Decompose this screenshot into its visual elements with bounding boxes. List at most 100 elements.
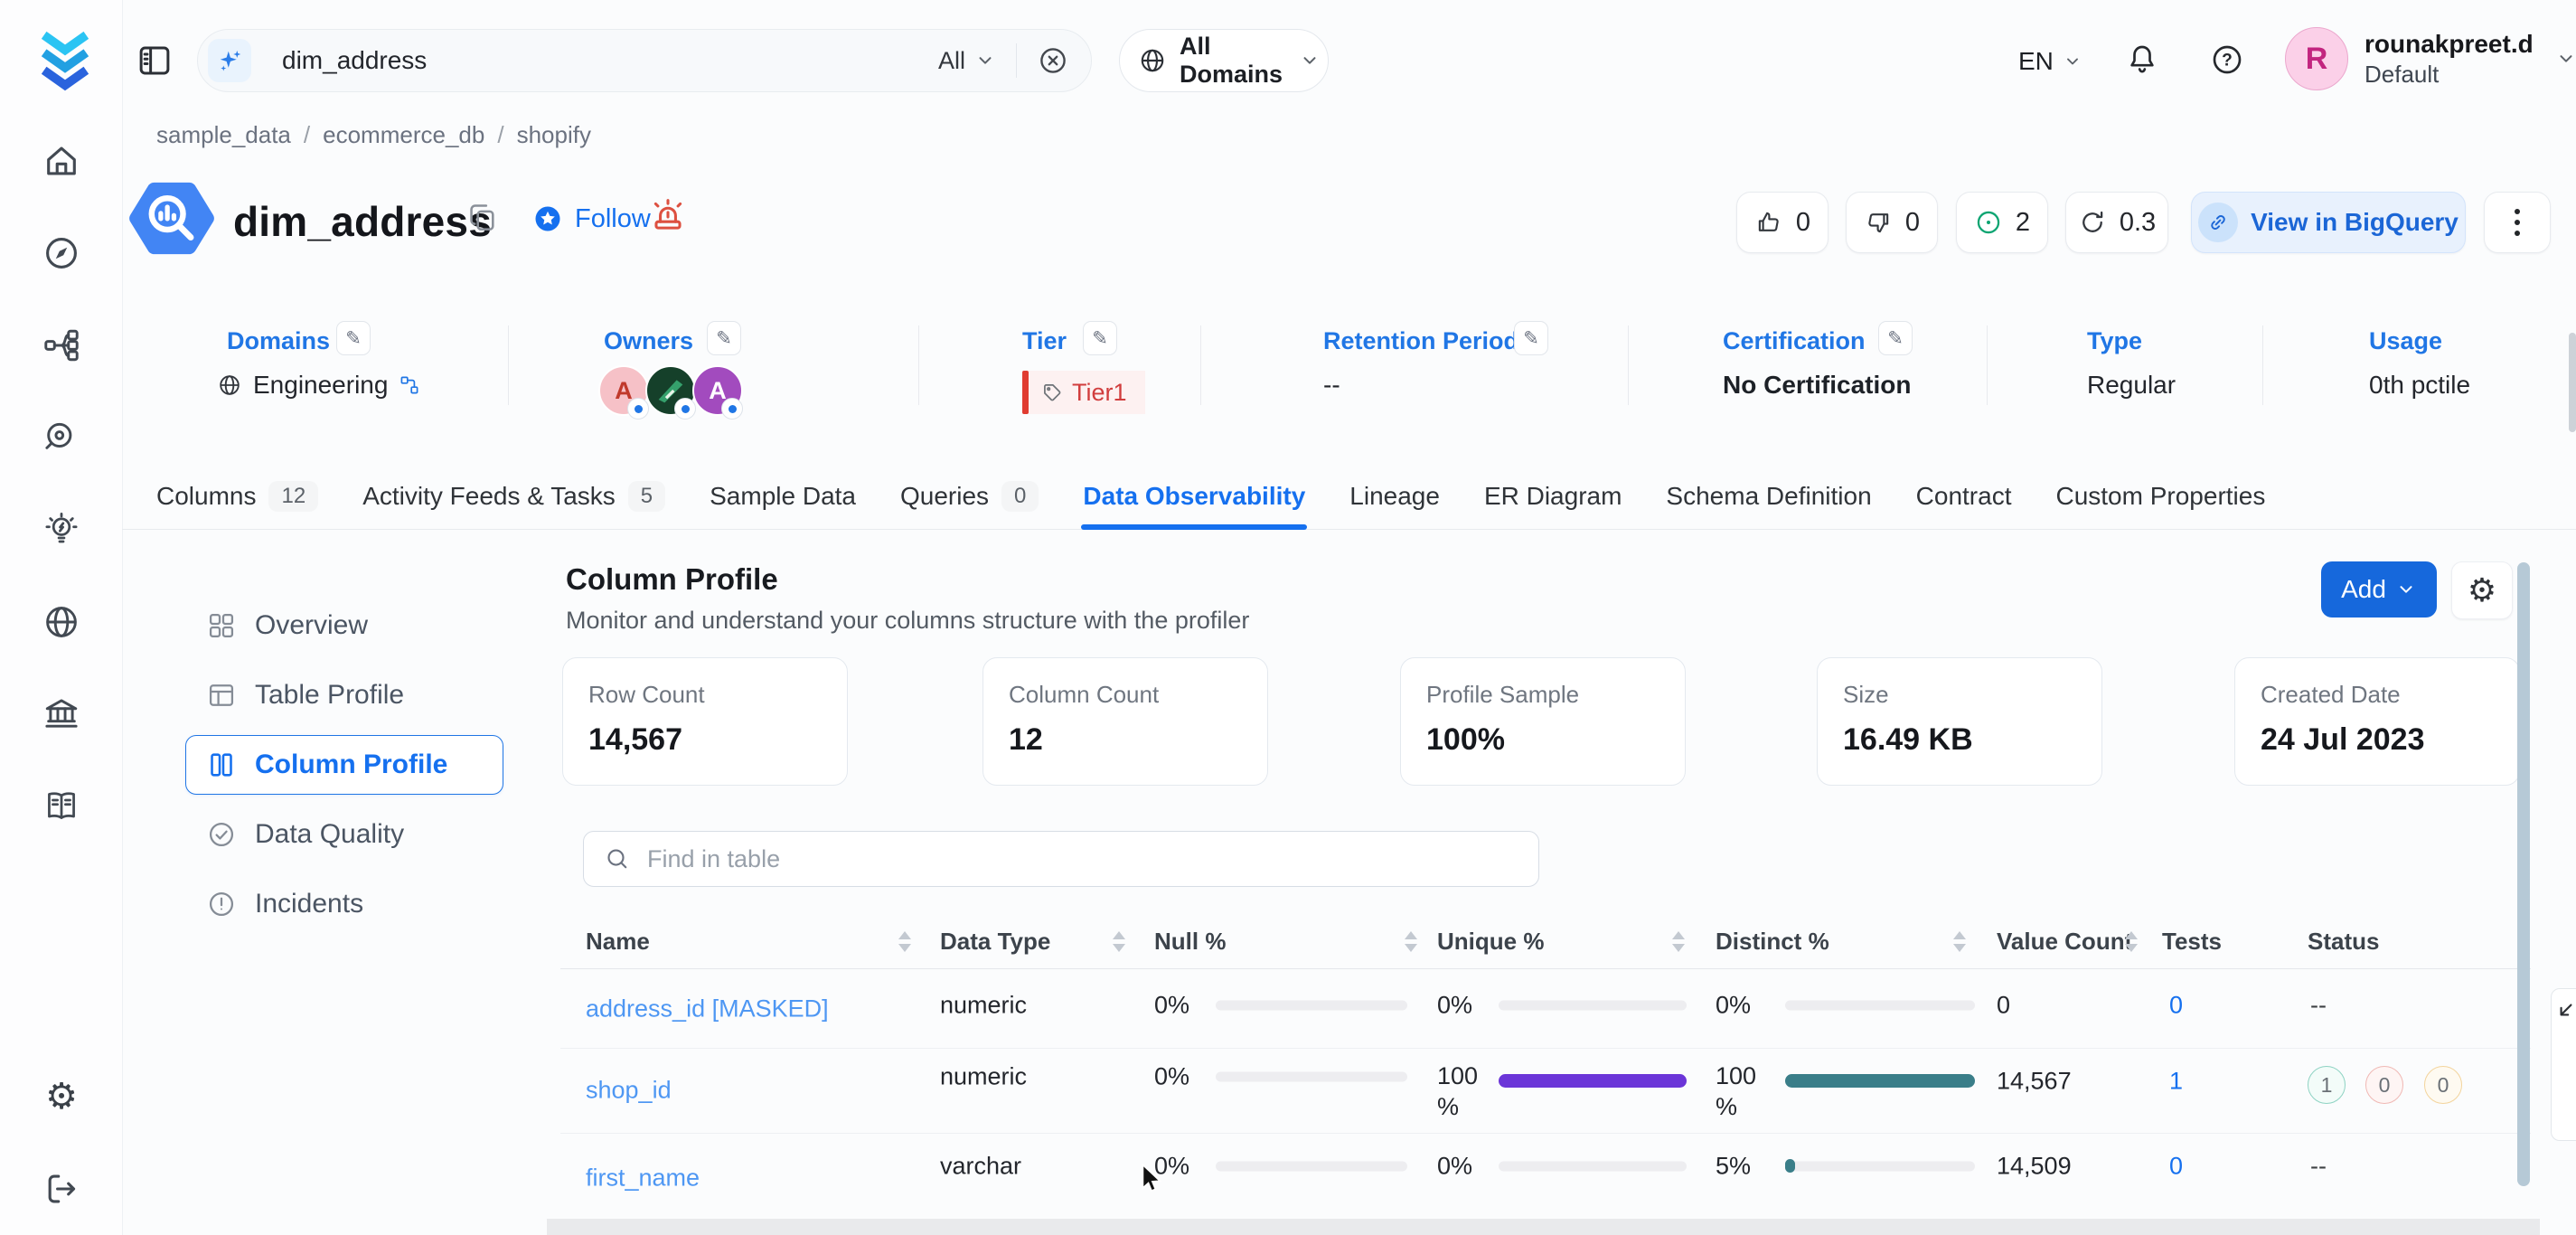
tests-link[interactable]: 1: [2169, 1068, 2183, 1096]
nav-incidents[interactable]: Incidents: [185, 874, 503, 934]
sort-distinct[interactable]: [1953, 931, 1966, 952]
more-options-button[interactable]: [2484, 192, 2551, 253]
version-target-icon: [1974, 208, 2003, 237]
sort-data-type[interactable]: [1113, 931, 1125, 952]
lineage-icon[interactable]: [42, 325, 81, 365]
follow-star-icon: [531, 203, 564, 235]
column-name-link[interactable]: shop_id: [586, 1077, 672, 1105]
downvote-button[interactable]: 0: [1846, 192, 1938, 253]
owner-link-badge-icon: [627, 398, 649, 420]
help-icon[interactable]: [2209, 42, 2245, 78]
sort-name[interactable]: [898, 931, 911, 952]
profiler-settings-button[interactable]: ⚙: [2451, 561, 2513, 619]
insights-icon[interactable]: [42, 510, 81, 550]
notifications-bell-icon[interactable]: [2124, 42, 2160, 78]
tier-badge[interactable]: Tier1: [1022, 371, 1145, 414]
sort-unique[interactable]: [1672, 931, 1685, 952]
col-header-null: Null %: [1154, 928, 1226, 956]
page-scrollbar[interactable]: [2569, 333, 2576, 432]
column-name-link[interactable]: first_name: [586, 1164, 700, 1193]
tests-link[interactable]: 0: [2169, 1153, 2183, 1181]
edit-retention-icon[interactable]: ✎: [1514, 321, 1548, 355]
retention-label: Retention Period: [1323, 327, 1518, 355]
add-button[interactable]: Add: [2321, 561, 2437, 618]
edit-certification-icon[interactable]: ✎: [1878, 321, 1913, 355]
all-domains-dropdown[interactable]: All Domains: [1119, 29, 1329, 92]
follow-button[interactable]: Follow: [531, 203, 651, 235]
breadcrumb-item[interactable]: sample_data: [156, 121, 291, 149]
tab-columns[interactable]: Columns12: [156, 463, 318, 529]
search-scope-dropdown[interactable]: All: [938, 47, 996, 75]
right-edge-panel-tab[interactable]: [2551, 988, 2576, 1141]
tab-queries[interactable]: Queries0: [900, 463, 1039, 529]
domains-icon[interactable]: [42, 602, 81, 642]
chevron-down-icon: [2555, 48, 2576, 70]
usage-label: Usage: [2369, 327, 2442, 355]
nav-data-quality[interactable]: Data Quality: [185, 805, 503, 864]
discovery-icon[interactable]: [42, 418, 81, 457]
search-scope-value: All: [938, 47, 965, 75]
tab-lineage[interactable]: Lineage: [1349, 463, 1440, 529]
home-icon[interactable]: [42, 141, 81, 181]
tab-er-diagram[interactable]: ER Diagram: [1484, 463, 1622, 529]
left-sidebar: ⚙: [0, 0, 123, 1235]
content-scrollbar[interactable]: [2517, 562, 2530, 1186]
external-link-icon: [2198, 203, 2238, 242]
table-horizontal-scrollbar[interactable]: [547, 1219, 2540, 1235]
app-window: ⚙ All All Domains EN R: [0, 0, 2576, 1235]
user-name: rounakpreet.d: [2364, 30, 2534, 59]
user-menu[interactable]: R rounakpreet.d Default: [2285, 27, 2576, 90]
refresh-score-button[interactable]: 0.3: [2065, 192, 2168, 253]
app-logo-icon[interactable]: [36, 31, 94, 94]
edit-tier-icon[interactable]: ✎: [1083, 321, 1117, 355]
tab-activity-feeds[interactable]: Activity Feeds & Tasks5: [362, 463, 665, 529]
tab-sample-data[interactable]: Sample Data: [710, 463, 856, 529]
collapse-sidebar-icon[interactable]: [136, 42, 174, 80]
edit-domains-icon[interactable]: ✎: [336, 321, 371, 355]
null-pct: 0%: [1154, 992, 1189, 1020]
logout-icon[interactable]: [42, 1169, 81, 1209]
value-count: 14,567: [1997, 1068, 2072, 1096]
col-header-tests: Tests: [2162, 928, 2222, 956]
global-search-bar[interactable]: All: [197, 29, 1092, 92]
view-in-bigquery-button[interactable]: View in BigQuery: [2191, 192, 2466, 253]
copy-name-icon[interactable]: [466, 201, 501, 235]
tab-data-observability[interactable]: Data Observability: [1083, 463, 1305, 529]
explore-icon[interactable]: [42, 233, 81, 273]
domains-value[interactable]: Engineering: [217, 371, 420, 400]
retention-value: --: [1323, 371, 1340, 400]
breadcrumb-item[interactable]: shopify: [517, 121, 591, 149]
profiler-nav: Overview Table Profile Column Profile Da…: [185, 596, 503, 944]
global-search-input[interactable]: [280, 45, 938, 76]
govern-icon[interactable]: [42, 694, 81, 734]
col-header-distinct: Distinct %: [1716, 928, 1829, 956]
column-name-link[interactable]: address_id [MASKED]: [586, 995, 829, 1023]
glossary-icon[interactable]: [42, 787, 81, 826]
summary-card-size: Size16.49 KB: [1817, 657, 2102, 786]
upvote-button[interactable]: 0: [1736, 192, 1829, 253]
find-in-table-input[interactable]: [645, 844, 1529, 874]
language-dropdown[interactable]: EN: [2018, 47, 2082, 76]
tab-contract[interactable]: Contract: [1916, 463, 2012, 529]
null-bar: [1216, 1162, 1407, 1172]
breadcrumb-item[interactable]: ecommerce_db: [323, 121, 484, 149]
distinct-bar: [1785, 1001, 1975, 1011]
tests-link[interactable]: 0: [2169, 992, 2183, 1020]
nav-table-profile[interactable]: Table Profile: [185, 665, 503, 725]
edit-owners-icon[interactable]: ✎: [707, 321, 741, 355]
version-button[interactable]: 2: [1956, 192, 2048, 253]
nav-overview[interactable]: Overview: [185, 596, 503, 655]
find-in-table[interactable]: [583, 831, 1539, 887]
status-failed-badge: 0: [2365, 1066, 2403, 1104]
sort-null[interactable]: [1405, 931, 1417, 952]
sort-value-count[interactable]: [2125, 931, 2138, 952]
tab-custom-properties[interactable]: Custom Properties: [2055, 463, 2265, 529]
unique-pct: 0%: [1437, 992, 1472, 1020]
clear-search-icon[interactable]: [1037, 44, 1069, 77]
nav-column-profile[interactable]: Column Profile: [185, 735, 503, 795]
tab-schema-definition[interactable]: Schema Definition: [1666, 463, 1871, 529]
alert-siren-icon[interactable]: [647, 197, 689, 239]
chevron-down-icon: [974, 50, 996, 71]
type-label: Type: [2087, 327, 2142, 355]
settings-icon[interactable]: ⚙: [42, 1077, 81, 1117]
